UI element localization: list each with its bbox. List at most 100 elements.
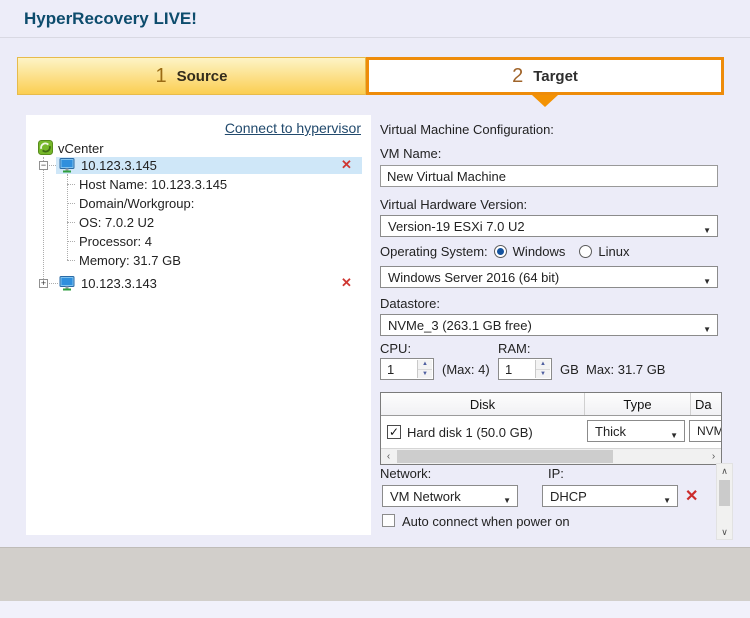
section-title: Virtual Machine Configuration: xyxy=(380,122,554,137)
datastore-value: NVMe_3 (263.1 GB free) xyxy=(388,318,532,333)
disk-column-header: Disk xyxy=(381,393,585,415)
ram-stepper[interactable]: 1 ▲▼ xyxy=(498,358,552,380)
host-detail-domain: Domain/Workgroup: xyxy=(26,195,371,212)
chevron-down-icon: ▼ xyxy=(703,321,711,336)
footer-bar: Previous Done Cancel xyxy=(0,547,750,602)
tab-target[interactable]: 2 Target xyxy=(366,57,724,95)
tree-node-host-145-label: 10.123.3.145 xyxy=(81,158,157,173)
ram-step-down-icon[interactable]: ▼ xyxy=(536,370,550,379)
tree-node-host-143[interactable]: + 10.123.3.143 ✕ xyxy=(26,275,371,292)
disk-checkbox[interactable]: ✓ xyxy=(387,425,401,439)
host-detail-processor: Processor: 4 xyxy=(26,233,371,250)
ram-label: RAM: xyxy=(498,341,531,356)
tree-node-host-143-label: 10.123.3.143 xyxy=(81,276,157,291)
connect-to-hypervisor-link[interactable]: Connect to hypervisor xyxy=(225,120,361,136)
remove-host-icon[interactable]: ✕ xyxy=(341,158,352,172)
host-detail-memory-label: Memory: 31.7 GB xyxy=(79,253,181,268)
app-title: HyperRecovery LIVE! xyxy=(24,9,197,29)
scroll-up-icon[interactable]: ∧ xyxy=(717,464,732,478)
chevron-down-icon: ▼ xyxy=(663,492,671,507)
guest-os-select[interactable]: Windows Server 2016 (64 bit) ▼ xyxy=(380,266,718,288)
os-radio-windows[interactable] xyxy=(494,245,507,258)
ip-value: DHCP xyxy=(550,489,587,504)
host-icon xyxy=(59,276,75,294)
os-label: Operating System: xyxy=(380,244,488,259)
hyperrecovery-window: HyperRecovery LIVE! 1 Source 2 Target Co… xyxy=(0,0,750,618)
vcenter-icon xyxy=(38,140,53,158)
vm-name-input[interactable]: New Virtual Machine xyxy=(380,165,718,187)
chevron-down-icon: ▼ xyxy=(503,492,511,507)
disk-datastore-value: NVMe_3 xyxy=(697,424,722,438)
bottom-strip xyxy=(0,601,750,618)
tab-target-label: Target xyxy=(533,68,578,85)
scroll-down-icon[interactable]: ∨ xyxy=(717,525,732,539)
tab-source-number: 1 xyxy=(156,65,167,88)
network-select[interactable]: VM Network ▼ xyxy=(382,485,518,507)
disk-datastore-select[interactable]: NVMe_3 xyxy=(689,420,722,442)
active-tab-caret-icon xyxy=(532,95,558,107)
tab-source-label: Source xyxy=(177,68,228,85)
hw-version-value: Version-19 ESXi 7.0 U2 xyxy=(388,219,525,234)
cpu-value: 1 xyxy=(387,362,394,377)
disk-type-select[interactable]: Thick ▼ xyxy=(587,420,685,442)
chevron-down-icon: ▼ xyxy=(670,427,678,442)
tab-source[interactable]: 1 Source xyxy=(17,57,366,95)
ip-label: IP: xyxy=(548,466,564,481)
host-detail-os-label: OS: 7.0.2 U2 xyxy=(79,215,154,230)
host-detail-domain-label: Domain/Workgroup: xyxy=(79,196,194,211)
config-vscrollbar[interactable]: ∧ ∨ xyxy=(716,463,733,540)
vm-config-panel: Virtual Machine Configuration: VM Name: … xyxy=(380,115,722,545)
disk-table-row: ✓ Hard disk 1 (50.0 GB) Thick ▼ NVMe_3 xyxy=(381,416,721,448)
cpu-step-down-icon[interactable]: ▼ xyxy=(418,370,432,379)
guest-os-value: Windows Server 2016 (64 bit) xyxy=(388,270,559,285)
host-detail-os: OS: 7.0.2 U2 xyxy=(26,214,371,231)
disk-table: Disk Type Da ✓ Hard disk 1 (50.0 GB) Thi… xyxy=(380,392,722,465)
expand-toggle-icon[interactable]: + xyxy=(39,279,48,288)
scroll-left-icon[interactable]: ‹ xyxy=(381,449,396,464)
ram-value: 1 xyxy=(505,362,512,377)
remove-network-icon[interactable]: ✕ xyxy=(685,486,698,506)
scroll-right-icon[interactable]: › xyxy=(706,449,721,464)
hw-version-label: Virtual Hardware Version: xyxy=(380,197,527,212)
auto-connect-label: Auto connect when power on xyxy=(402,514,570,529)
collapse-toggle-icon[interactable]: − xyxy=(39,161,48,170)
window-header: HyperRecovery LIVE! xyxy=(0,0,750,38)
tree-node-vcenter[interactable]: vCenter xyxy=(26,140,371,157)
host-icon xyxy=(59,158,75,176)
datastore-column-header: Da xyxy=(691,393,721,415)
chevron-down-icon: ▼ xyxy=(703,222,711,237)
cpu-stepper[interactable]: 1 ▲▼ xyxy=(380,358,434,380)
host-detail-hostname: Host Name: 10.123.3.145 xyxy=(26,176,371,193)
disk-name: Hard disk 1 (50.0 GB) xyxy=(407,425,533,440)
auto-connect-checkbox[interactable] xyxy=(382,514,395,527)
network-value: VM Network xyxy=(390,489,461,504)
ram-step-up-icon[interactable]: ▲ xyxy=(536,360,550,370)
tree-node-host-145[interactable]: − 10.123.3.145 ✕ xyxy=(26,157,371,174)
tab-target-number: 2 xyxy=(512,65,523,88)
cpu-step-up-icon[interactable]: ▲ xyxy=(418,360,432,370)
host-detail-hostname-label: Host Name: 10.123.3.145 xyxy=(79,177,227,192)
ip-select[interactable]: DHCP ▼ xyxy=(542,485,678,507)
os-radio-linux-label: Linux xyxy=(598,244,629,259)
os-radio-linux[interactable] xyxy=(579,245,592,258)
type-column-header: Type xyxy=(585,393,691,415)
vm-name-label: VM Name: xyxy=(380,146,441,161)
datastore-label: Datastore: xyxy=(380,296,440,311)
cpu-label: CPU: xyxy=(380,341,411,356)
hw-version-select[interactable]: Version-19 ESXi 7.0 U2 ▼ xyxy=(380,215,718,237)
chevron-down-icon: ▼ xyxy=(703,273,711,288)
host-detail-memory: Memory: 31.7 GB xyxy=(26,252,371,269)
hscrollbar-thumb[interactable] xyxy=(397,450,613,463)
ram-unit: GB xyxy=(560,362,579,377)
disk-table-hscrollbar[interactable]: ‹ › xyxy=(381,448,721,464)
host-detail-processor-label: Processor: 4 xyxy=(79,234,152,249)
remove-host-icon[interactable]: ✕ xyxy=(341,276,352,290)
ram-max-note: Max: 31.7 GB xyxy=(586,362,665,377)
disk-table-header: Disk Type Da xyxy=(381,393,721,416)
tree-node-vcenter-label: vCenter xyxy=(58,141,104,156)
vscrollbar-thumb[interactable] xyxy=(719,480,730,506)
os-radio-windows-label: Windows xyxy=(513,244,566,259)
datastore-select[interactable]: NVMe_3 (263.1 GB free) ▼ xyxy=(380,314,718,336)
os-radio-group: Operating System: Windows Linux xyxy=(380,243,637,259)
cpu-max-note: (Max: 4) xyxy=(442,362,490,377)
